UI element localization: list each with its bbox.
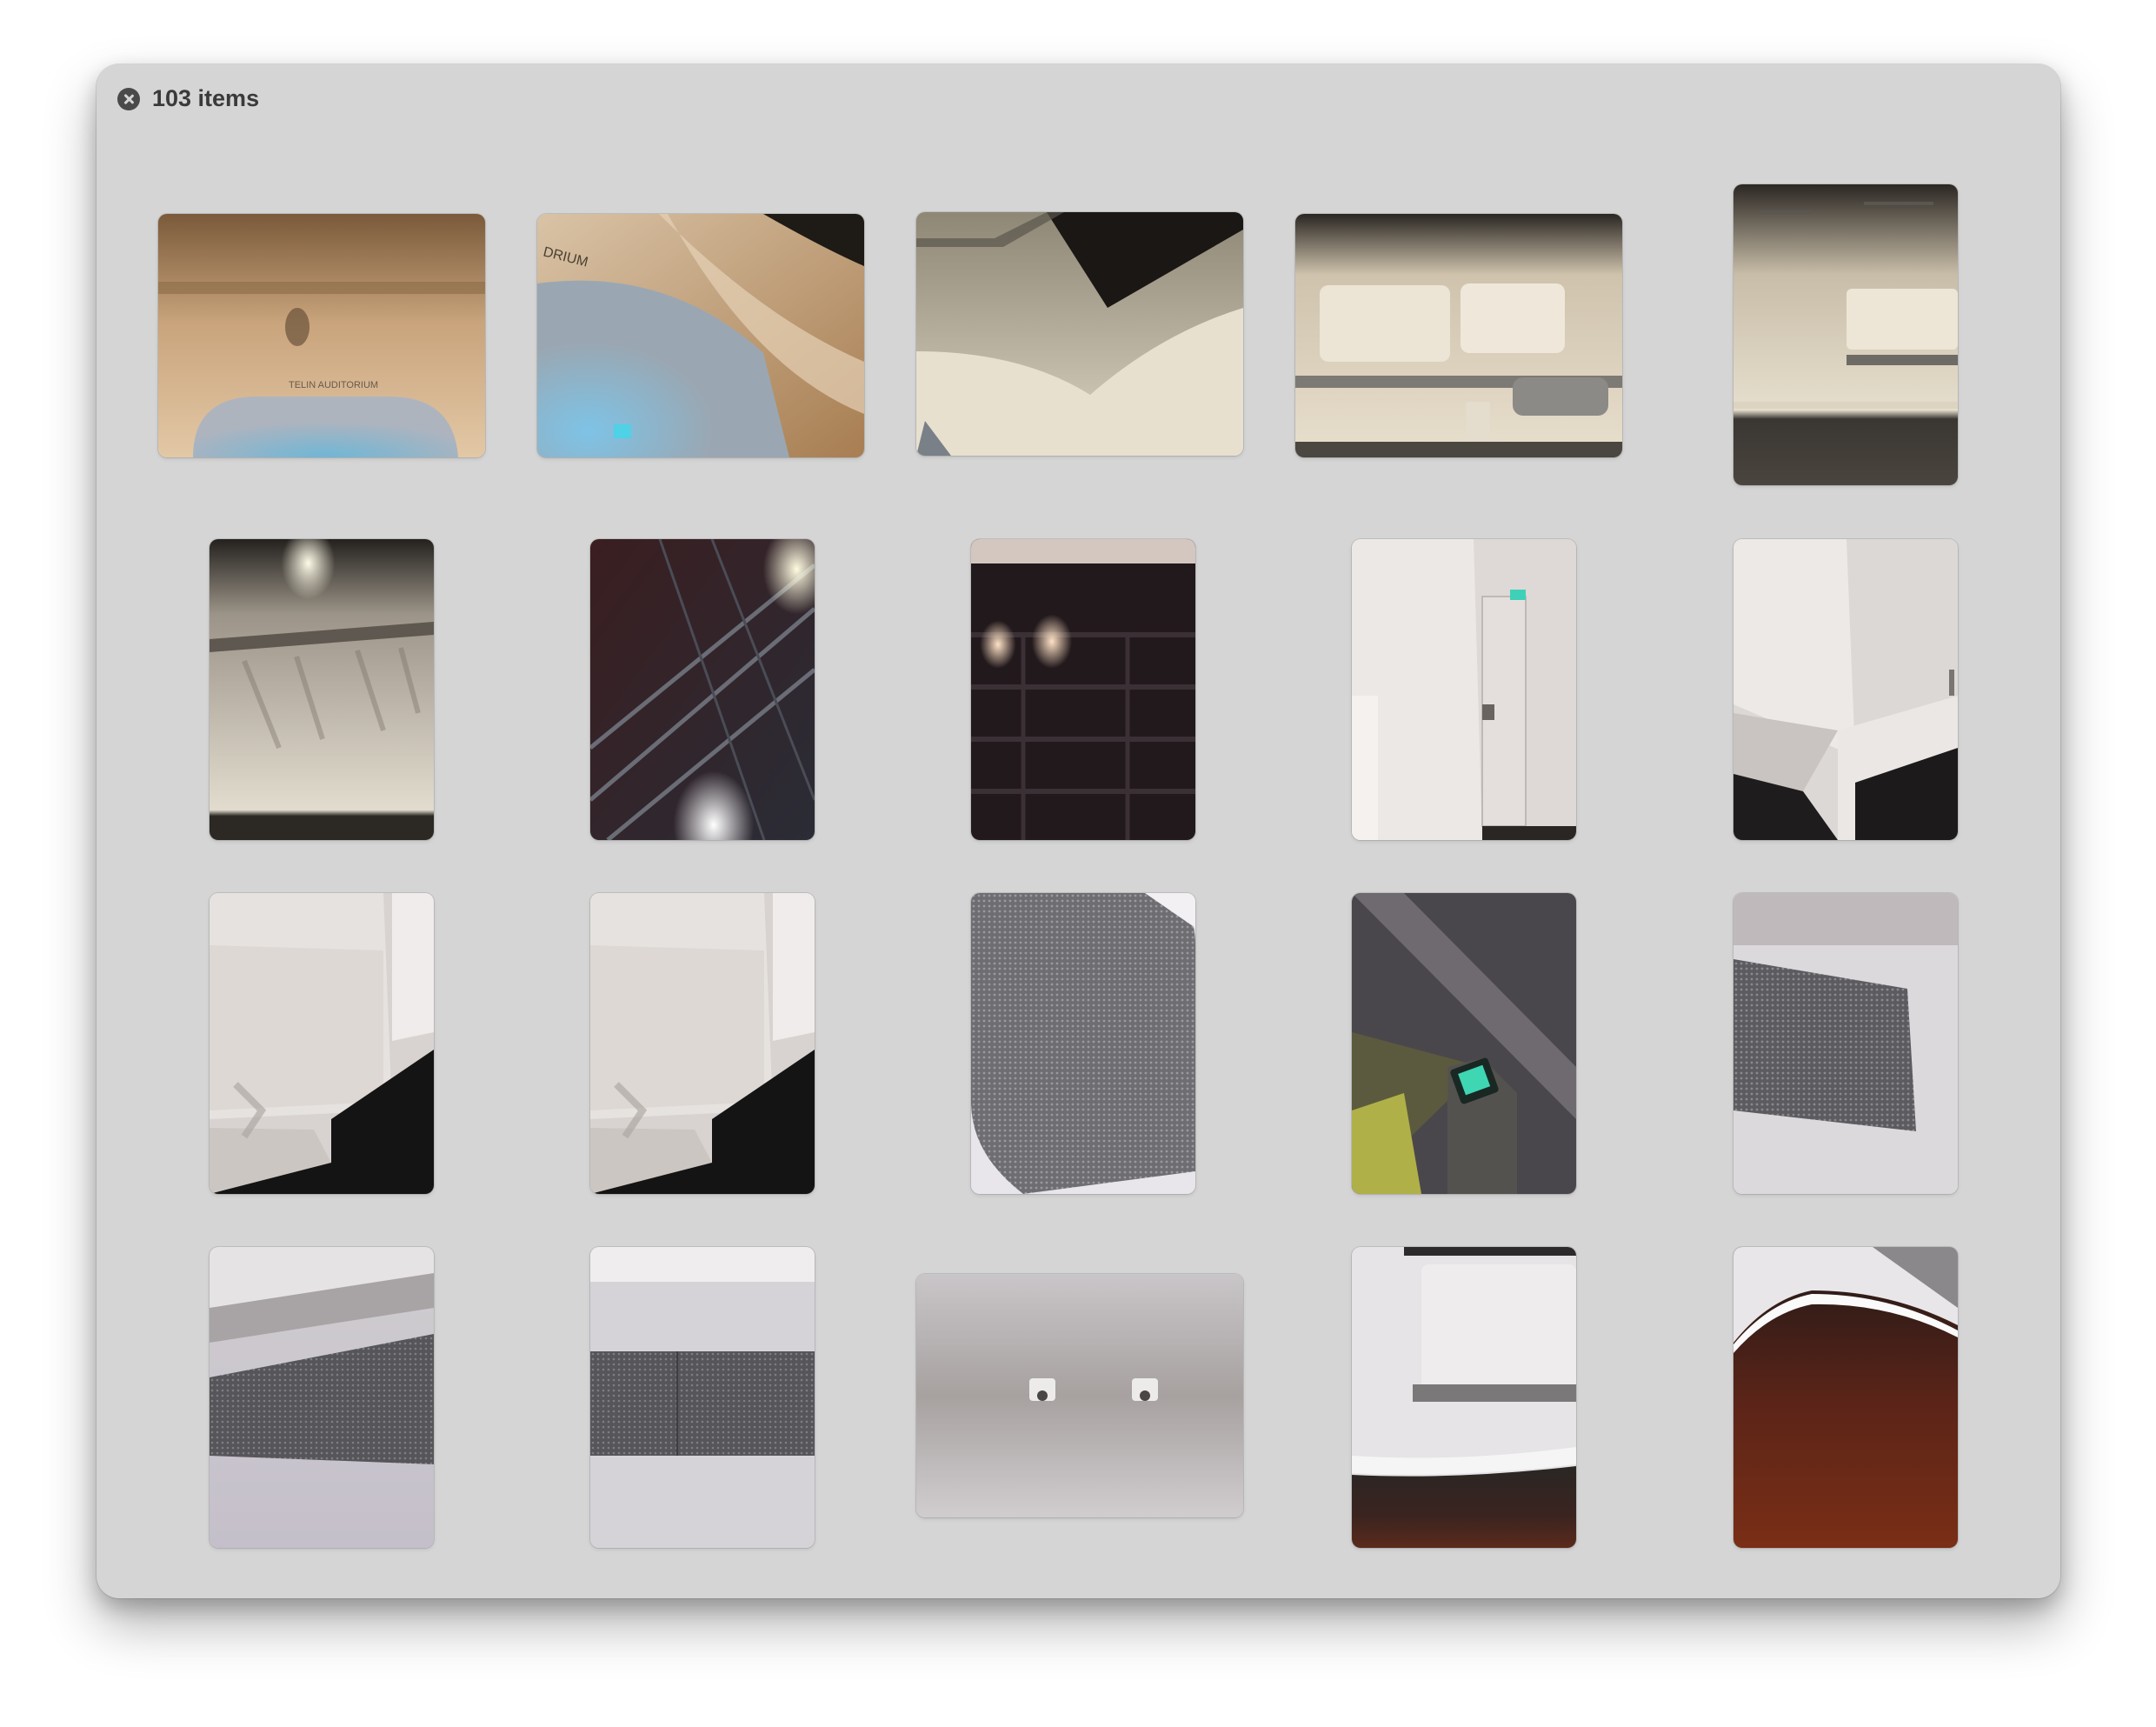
photo-thumbnail-11[interactable] <box>210 893 434 1194</box>
photo-thumbnail-16[interactable] <box>210 1247 434 1548</box>
photo-thumbnail-14[interactable] <box>1352 893 1576 1194</box>
photo-grid-window: 103 items TELIN AUDITORIUM DRIUM <box>96 64 2060 1598</box>
photo-thumbnail-20[interactable] <box>1733 1247 1958 1548</box>
photo-thumbnail-19[interactable] <box>1352 1247 1576 1548</box>
photo-thumbnail-5[interactable] <box>1733 184 1958 485</box>
close-icon[interactable] <box>117 88 140 110</box>
photo-thumbnail-8[interactable] <box>971 539 1195 840</box>
titlebar: 103 items <box>96 64 2060 143</box>
photo-thumbnail-18[interactable] <box>916 1274 1243 1517</box>
photo-thumbnail-9[interactable] <box>1352 539 1576 840</box>
photo-thumbnail-13[interactable] <box>971 893 1195 1194</box>
photo-thumbnail-3[interactable] <box>916 212 1243 456</box>
photo-thumbnail-10[interactable] <box>1733 539 1958 840</box>
photo-thumbnail-17[interactable] <box>590 1247 815 1548</box>
photo-thumbnail-15[interactable] <box>1733 893 1958 1194</box>
photo-thumbnail-4[interactable] <box>1295 214 1622 457</box>
photo-thumbnail-6[interactable] <box>210 539 434 840</box>
photo-thumbnail-1[interactable]: TELIN AUDITORIUM <box>158 214 485 457</box>
photo-thumbnail-2[interactable]: DRIUM <box>537 214 864 457</box>
photo-thumbnail-12[interactable] <box>590 893 815 1194</box>
item-count-label: 103 items <box>152 85 260 111</box>
photo-thumbnail-7[interactable] <box>590 539 815 840</box>
auditorium-caption: TELIN AUDITORIUM <box>289 380 378 390</box>
